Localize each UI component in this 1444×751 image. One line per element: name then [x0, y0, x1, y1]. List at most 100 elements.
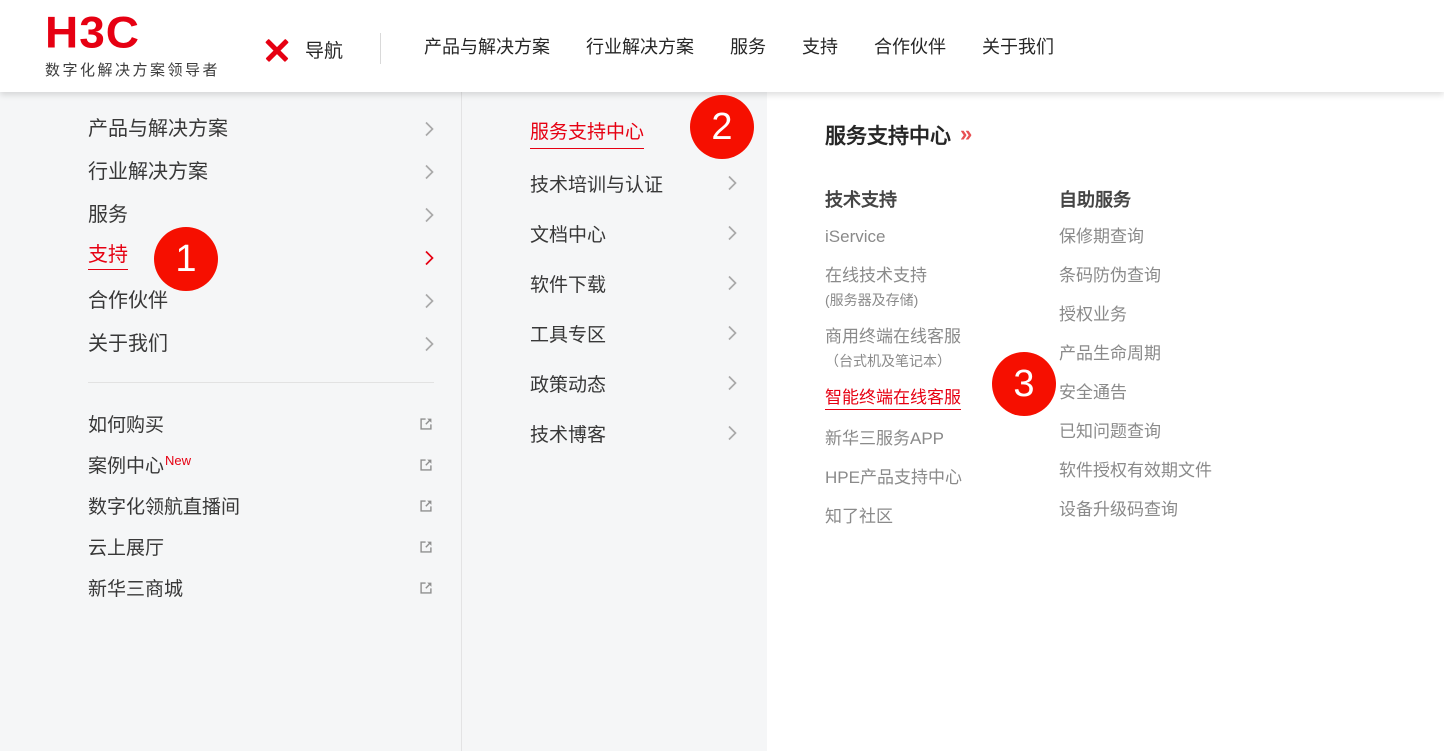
submenu-item-label: 政策动态 [530, 370, 606, 397]
chevron-right-icon [425, 293, 434, 309]
quick-link-how-to-buy[interactable]: 如何购买 [0, 403, 461, 444]
panel-link-zhiliao-community[interactable]: 知了社区 [825, 508, 893, 526]
top-nav-item-support[interactable]: 支持 [802, 33, 838, 59]
chevron-right-icon [728, 375, 737, 391]
panel-link-warranty-query[interactable]: 保修期查询 [1059, 228, 1144, 246]
quick-link-label: 案例中心New [88, 451, 191, 478]
panel-title: 服务支持中心 [825, 120, 951, 150]
submenu-item-label: 工具专区 [530, 320, 606, 347]
submenu-item-policy[interactable]: 政策动态 [462, 358, 767, 408]
chevron-right-icon [425, 250, 434, 266]
mega-menu: 产品与解决方案 行业解决方案 服务 支持 合作伙伴 关于我们 如何购买 [0, 92, 1444, 751]
sidebar-item-label-active: 支持 [88, 245, 128, 270]
sidebar-item-label: 行业解决方案 [88, 162, 208, 182]
submenu-item-training[interactable]: 技术培训与认证 [462, 158, 767, 208]
top-nav-item-about[interactable]: 关于我们 [982, 33, 1054, 59]
top-nav-item-industry[interactable]: 行业解决方案 [586, 33, 694, 59]
annotation-badge-2: 2 [690, 95, 754, 159]
submenu-item-software[interactable]: 软件下载 [462, 258, 767, 308]
submenu-item-label: 文档中心 [530, 220, 606, 247]
double-arrow-icon: » [960, 123, 972, 148]
header: H3C 数字化解决方案领导者 导航 产品与解决方案 行业解决方案 服务 支持 合… [0, 0, 1444, 92]
top-nav-item-services[interactable]: 服务 [730, 33, 766, 59]
submenu-item-tools[interactable]: 工具专区 [462, 308, 767, 358]
panel-link-license-business[interactable]: 授权业务 [1059, 306, 1127, 324]
close-x-icon [264, 37, 290, 63]
column-heading: 自助服务 [1059, 186, 1293, 212]
nav-close-toggle[interactable]: 导航 [264, 36, 343, 63]
annotation-badge-3: 3 [992, 352, 1056, 416]
sidebar-item-label: 关于我们 [88, 334, 168, 354]
sidebar-item-industry[interactable]: 行业解决方案 [0, 150, 461, 193]
panel-link-security-advisories[interactable]: 安全通告 [1059, 384, 1127, 402]
panel-link-hpe-support[interactable]: HPE产品支持中心 [825, 469, 962, 487]
chevron-right-icon [425, 207, 434, 223]
chevron-right-icon [425, 164, 434, 180]
panel-link-iservice[interactable]: iService [825, 228, 885, 246]
panel-col-self-service: 自助服务 保修期查询 条码防伪查询 授权业务 产品生命周期 安全通告 已知问题查… [1059, 186, 1293, 547]
quick-link-mall[interactable]: 新华三商城 [0, 567, 461, 608]
top-nav-item-partners[interactable]: 合作伙伴 [874, 33, 946, 59]
panel-link-online-tech-support[interactable]: 在线技术支持 [825, 267, 927, 285]
chevron-right-icon [425, 336, 434, 352]
header-divider [380, 33, 381, 64]
sidebar-item-partners[interactable]: 合作伙伴 [0, 279, 461, 322]
panel-link-commercial-terminal[interactable]: 商用终端在线客服 [825, 328, 961, 346]
panel-columns: 技术支持 iService 在线技术支持 (服务器及存储) 商用终端在线客服 （… [825, 186, 1404, 547]
quick-link-label: 如何购买 [88, 410, 164, 437]
sidebar-item-services[interactable]: 服务 [0, 193, 461, 236]
panel-link-device-upgrade-code[interactable]: 设备升级码查询 [1059, 501, 1178, 519]
submenu-item-docs[interactable]: 文档中心 [462, 208, 767, 258]
panel-link-sub: (服务器及存储) [825, 293, 1059, 308]
panel-link-license-validity-file[interactable]: 软件授权有效期文件 [1059, 462, 1212, 480]
sidebar-item-label: 产品与解决方案 [88, 119, 228, 139]
sidebar-item-support[interactable]: 支持 [0, 236, 461, 279]
chevron-right-icon [728, 175, 737, 191]
submenu-item-label-active: 服务支持中心 [530, 117, 644, 149]
nav-toggle-label: 导航 [305, 36, 343, 63]
new-badge: New [165, 453, 191, 468]
external-link-icon [418, 457, 434, 473]
submenu-item-label: 软件下载 [530, 270, 606, 297]
submenu-item-label: 技术博客 [530, 420, 606, 447]
sidebar-item-label: 合作伙伴 [88, 291, 168, 311]
logo-tagline: 数字化解决方案领导者 [45, 59, 220, 80]
quick-link-label: 新华三商城 [88, 574, 183, 601]
h3c-logo[interactable]: H3C 数字化解决方案领导者 [45, 9, 220, 80]
external-link-icon [418, 498, 434, 514]
top-nav-item-products[interactable]: 产品与解决方案 [424, 33, 550, 59]
chevron-right-icon [728, 225, 737, 241]
quick-link-text: 案例中心 [88, 456, 164, 477]
annotation-badge-1: 1 [154, 227, 218, 291]
external-link-icon [418, 580, 434, 596]
quick-link-label: 云上展厅 [88, 533, 164, 560]
panel-link-service-app[interactable]: 新华三服务APP [825, 430, 944, 448]
sidebar-divider [88, 382, 434, 383]
sidebar: 产品与解决方案 行业解决方案 服务 支持 合作伙伴 关于我们 如何购买 [0, 92, 462, 751]
panel-title-link[interactable]: 服务支持中心 » [825, 120, 1404, 150]
top-nav: 产品与解决方案 行业解决方案 服务 支持 合作伙伴 关于我们 [424, 0, 1054, 92]
sidebar-item-label: 服务 [88, 205, 128, 225]
chevron-right-icon [728, 325, 737, 341]
sidebar-item-about[interactable]: 关于我们 [0, 322, 461, 365]
panel-link-smart-terminal[interactable]: 智能终端在线客服 [825, 389, 961, 410]
external-link-icon [418, 416, 434, 432]
submenu-item-label: 技术培训与认证 [530, 170, 663, 197]
quick-link-case-center[interactable]: 案例中心New [0, 444, 461, 485]
h3c-logo-text: H3C [45, 9, 220, 55]
chevron-right-icon [425, 121, 434, 137]
column-heading: 技术支持 [825, 186, 1059, 212]
chevron-right-icon [728, 275, 737, 291]
quick-link-livestream[interactable]: 数字化领航直播间 [0, 485, 461, 526]
chevron-right-icon [728, 425, 737, 441]
content-panel: 服务支持中心 » 技术支持 iService 在线技术支持 (服务器及存储) 商… [767, 92, 1444, 751]
panel-link-known-issues[interactable]: 已知问题查询 [1059, 423, 1161, 441]
external-link-icon [418, 539, 434, 555]
panel-link-barcode-check[interactable]: 条码防伪查询 [1059, 267, 1161, 285]
submenu: 服务支持中心 技术培训与认证 文档中心 软件下载 工具专区 政策动态 技术博客 [462, 92, 767, 751]
submenu-item-blog[interactable]: 技术博客 [462, 408, 767, 458]
sidebar-item-products[interactable]: 产品与解决方案 [0, 107, 461, 150]
quick-link-label: 数字化领航直播间 [88, 492, 240, 519]
panel-link-product-lifecycle[interactable]: 产品生命周期 [1059, 345, 1161, 363]
quick-link-cloud-hall[interactable]: 云上展厅 [0, 526, 461, 567]
